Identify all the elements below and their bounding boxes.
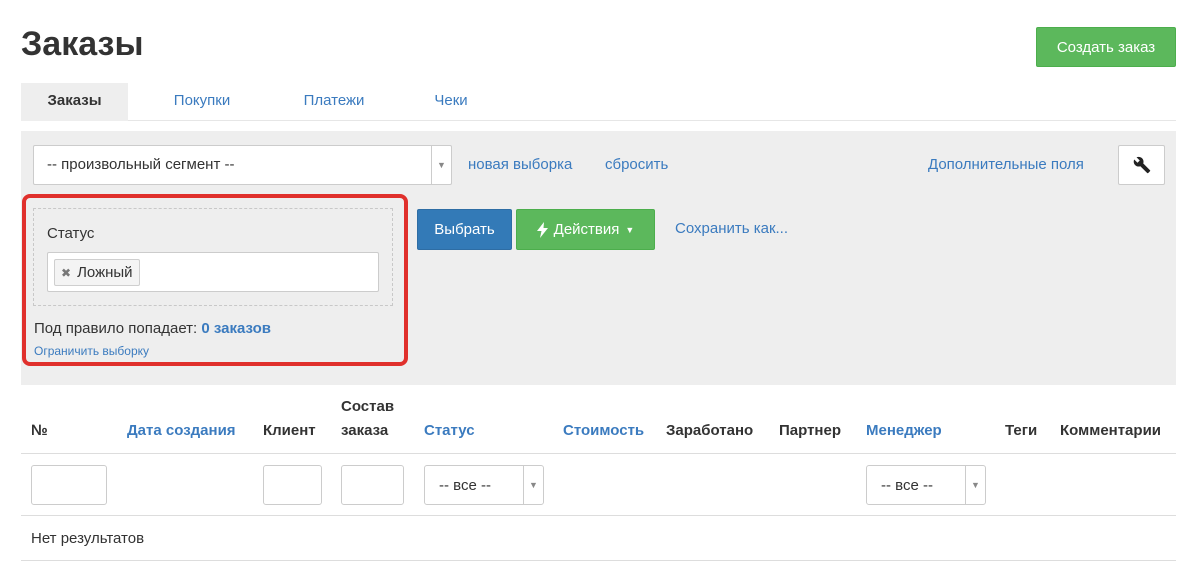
close-icon[interactable]: ✖ <box>61 266 71 280</box>
extra-fields-link[interactable]: Дополнительные поля <box>928 156 1084 173</box>
select-button[interactable]: Выбрать <box>417 209 512 250</box>
tab-receipts[interactable]: Чеки <box>416 83 486 121</box>
segment-select-value: -- произвольный сегмент -- <box>47 156 235 173</box>
rule-count-text: Под правило попадает: 0 заказов <box>34 320 271 337</box>
number-filter-input[interactable] <box>31 465 107 505</box>
chevron-down-icon: ▼ <box>965 466 985 504</box>
table-filter-divider <box>21 515 1176 516</box>
actions-button[interactable]: Действия ▼ <box>516 209 655 250</box>
status-filter-value: -- все -- <box>439 477 491 494</box>
client-filter-input[interactable] <box>263 465 322 505</box>
column-number: № <box>31 422 48 439</box>
create-order-button[interactable]: Создать заказ <box>1036 27 1176 67</box>
chevron-down-icon: ▼ <box>523 466 543 504</box>
column-earned: Заработано <box>666 422 754 439</box>
column-created[interactable]: Дата создания <box>127 419 236 443</box>
status-field-label: Статус <box>47 225 95 242</box>
column-comments: Комментарии <box>1060 422 1162 439</box>
column-composition-line2: заказа <box>341 422 389 439</box>
table-header-divider <box>21 453 1176 454</box>
reset-link[interactable]: сбросить <box>605 156 668 173</box>
tab-purchases[interactable]: Покупки <box>151 83 253 121</box>
rule-count-prefix: Под правило попадает: <box>34 320 198 337</box>
table-bottom-divider <box>21 560 1176 561</box>
column-composition: Состав заказа <box>341 395 394 443</box>
lightning-icon <box>536 221 548 238</box>
new-selection-link[interactable]: новая выборка <box>468 156 572 173</box>
column-composition-line1: Состав <box>341 398 395 415</box>
tabs-bar: Заказы Покупки Платежи Чеки <box>21 83 1176 121</box>
wrench-icon <box>1133 156 1150 174</box>
manager-filter-select[interactable]: -- все -- ▼ <box>866 465 986 505</box>
tab-orders[interactable]: Заказы <box>21 83 128 121</box>
settings-button[interactable] <box>1118 145 1165 185</box>
segment-select[interactable]: -- произвольный сегмент -- ▼ <box>33 145 452 185</box>
manager-filter-value: -- все -- <box>881 477 933 494</box>
actions-button-label: Действия <box>553 221 620 238</box>
composition-filter-input[interactable] <box>341 465 404 505</box>
column-status[interactable]: Статус <box>424 419 475 443</box>
page-title: Заказы <box>21 25 144 63</box>
no-results-text: Нет результатов <box>31 530 145 547</box>
column-partner: Партнер <box>779 422 841 439</box>
rule-count-value[interactable]: 0 заказов <box>201 320 271 337</box>
tab-payments[interactable]: Платежи <box>286 83 382 121</box>
column-client: Клиент <box>263 422 316 439</box>
limit-selection-link[interactable]: Ограничить выборку <box>34 344 149 358</box>
save-as-link[interactable]: Сохранить как... <box>675 220 788 237</box>
column-tags: Теги <box>1005 422 1038 439</box>
column-cost[interactable]: Стоимость <box>563 419 644 443</box>
caret-down-icon: ▼ <box>625 224 635 235</box>
chevron-down-icon: ▼ <box>431 146 451 184</box>
status-tag-label: Ложный <box>77 264 133 281</box>
status-tag: ✖ Ложный <box>54 259 140 286</box>
status-filter-select[interactable]: -- все -- ▼ <box>424 465 544 505</box>
column-manager[interactable]: Менеджер <box>866 419 942 443</box>
